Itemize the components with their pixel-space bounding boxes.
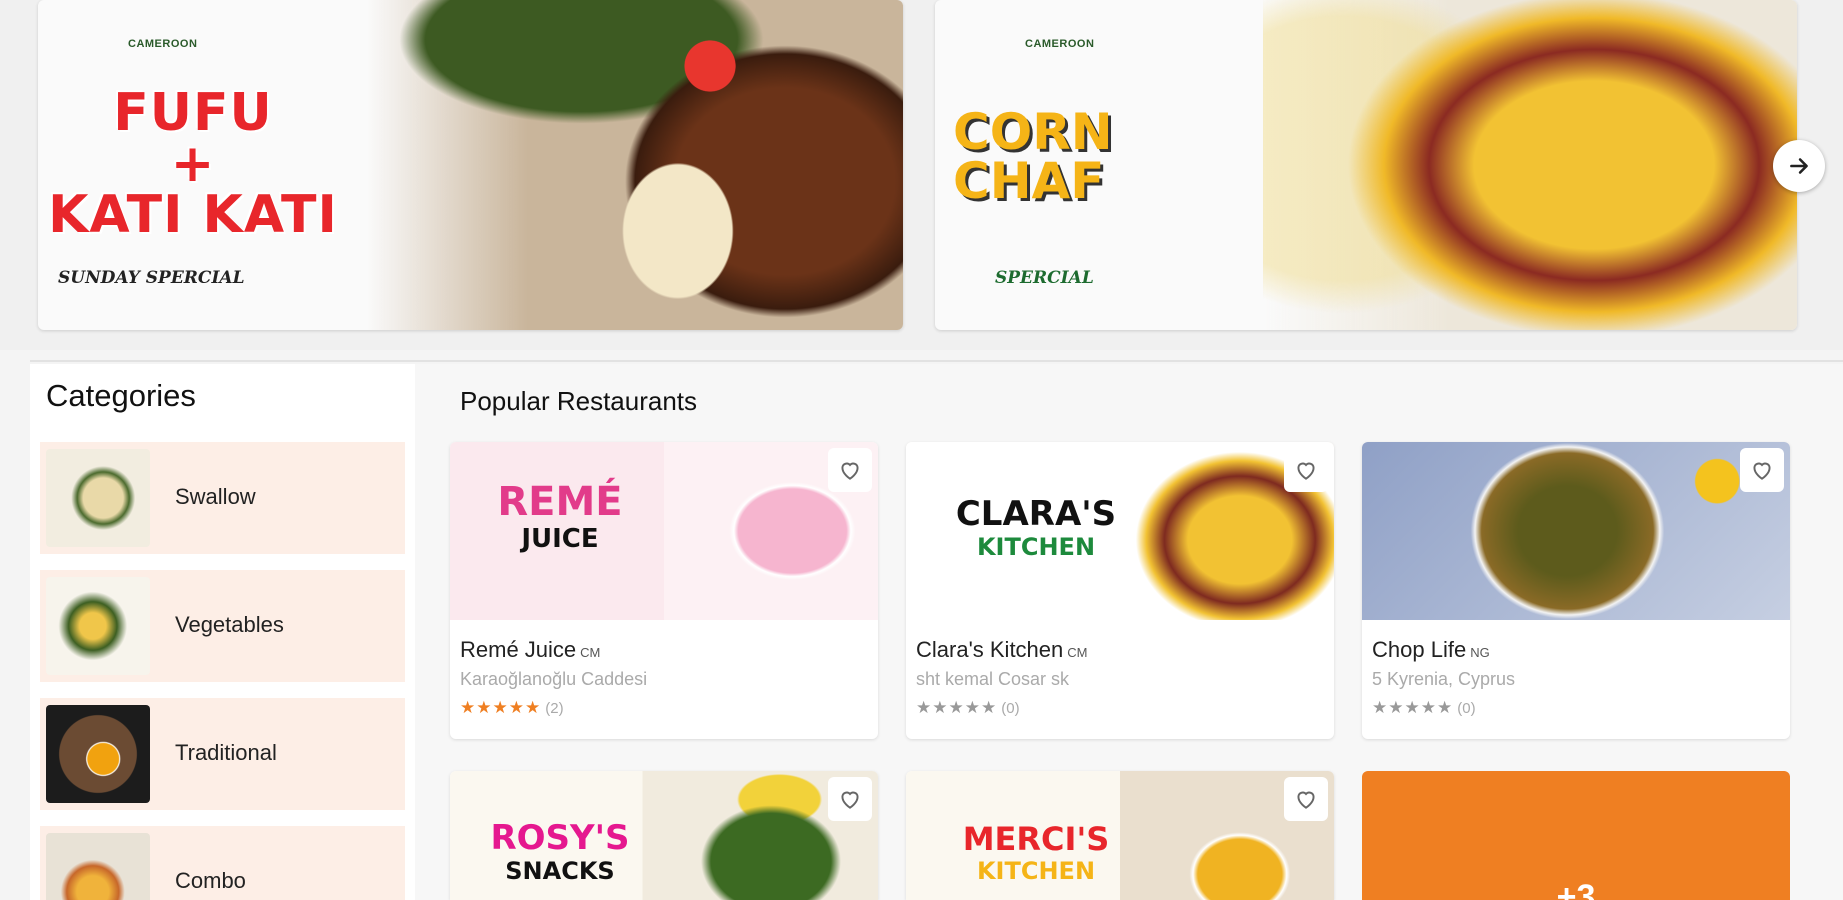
restaurant-logo: CLARA'S KITCHEN (955, 494, 1117, 561)
restaurant-image: CLARA'S KITCHEN (906, 442, 1334, 620)
heart-outline-icon (841, 462, 859, 480)
restaurant-rating: ★★★★★ (0) (916, 698, 1020, 718)
restaurant-image: MERCI'S KITCHEN (906, 771, 1334, 900)
restaurant-logo: ROSY'S SNACKS (490, 818, 630, 885)
star-rating: ★★★★★ (916, 698, 997, 717)
restaurant-address: Karaoğlanoğlu Caddesi (460, 669, 648, 689)
country-code: NG (1470, 645, 1490, 660)
category-thumbnail (46, 705, 150, 803)
heart-outline-icon (841, 791, 859, 809)
banner-photo (366, 0, 903, 330)
app-page: CAMEROON FUFU + KATI KATI SUNDAY SPERCIA… (0, 0, 1843, 900)
promo-banner-fufu[interactable]: CAMEROON FUFU + KATI KATI SUNDAY SPERCIA… (38, 0, 903, 330)
star-icon: ★ (460, 698, 477, 717)
restaurant-card-claras-kitchen[interactable]: CLARA'S KITCHEN Clara's Kitchen CM sht ke… (906, 442, 1334, 739)
banner-title: FUFU + KATI KATI (48, 83, 338, 245)
category-thumbnail (46, 577, 150, 675)
review-count: (0) (1457, 700, 1476, 717)
restaurant-name: Clara's Kitchen CM (916, 637, 1088, 662)
star-icon: ★ (964, 698, 981, 717)
star-icon: ★ (1388, 698, 1405, 717)
star-icon: ★ (1404, 698, 1421, 717)
restaurant-image: REMÉ JUICE (450, 442, 878, 620)
categories-panel: Categories Swallow Vegetables Traditiona… (30, 364, 415, 900)
star-icon: ★ (508, 698, 525, 717)
category-label: Traditional (175, 740, 277, 765)
restaurant-card-chop-life[interactable]: Chop Life NG 5 Kyrenia, Cyprus ★★★★★ (0) (1362, 442, 1790, 739)
popular-restaurants-title: Popular Restaurants (460, 386, 698, 416)
category-item-swallow[interactable]: Swallow (40, 442, 405, 554)
star-icon: ★ (492, 698, 509, 717)
star-icon: ★ (1372, 698, 1389, 717)
star-icon: ★ (932, 698, 949, 717)
restaurant-card-reme-juice[interactable]: REMÉ JUICE Remé Juice CM Karaoğlanoğlu Ca… (450, 442, 878, 739)
banner-photo (1262, 0, 1797, 330)
country-code: CM (580, 645, 601, 660)
restaurant-name: Remé Juice CM (460, 637, 601, 662)
restaurant-card-mercis-kitchen[interactable]: MERCI'S KITCHEN (906, 771, 1334, 900)
banner-brand: CAMEROON (1025, 38, 1095, 50)
restaurant-logo: REMÉ JUICE (497, 479, 623, 554)
more-restaurants-button[interactable]: +3 (1362, 771, 1790, 900)
restaurant-rating: ★★★★★ (0) (1372, 698, 1476, 718)
more-count: +3 (1556, 878, 1596, 900)
star-icon: ★ (1420, 698, 1437, 717)
heart-outline-icon (1753, 462, 1771, 480)
category-item-traditional[interactable]: Traditional (40, 698, 405, 810)
category-label: Swallow (175, 484, 256, 509)
banner-subtitle: SPERCIAL (995, 268, 1094, 288)
section-divider (30, 360, 1843, 362)
favorite-button[interactable] (828, 448, 872, 492)
star-icon: ★ (1437, 698, 1454, 717)
carousel-next-button[interactable] (1773, 140, 1825, 192)
category-label: Combo (175, 868, 246, 893)
star-rating: ★★★★★ (1372, 698, 1453, 717)
restaurant-name: Chop Life NG (1372, 637, 1490, 662)
category-item-vegetables[interactable]: Vegetables (40, 570, 405, 682)
chevron-right-icon (1790, 158, 1808, 174)
category-thumbnail (46, 449, 150, 547)
heart-outline-icon (1297, 791, 1315, 809)
review-count: (2) (545, 700, 564, 717)
promo-carousel: CAMEROON FUFU + KATI KATI SUNDAY SPERCIA… (0, 0, 1843, 350)
restaurant-rating: ★★★★★ (2) (460, 698, 564, 718)
favorite-button[interactable] (1284, 777, 1328, 821)
restaurant-card-rosys-snacks[interactable]: ROSY'S SNACKS (450, 771, 878, 900)
promo-banner-corn-chaf[interactable]: CAMEROON CORN CHAF SPERCIAL (935, 0, 1797, 330)
restaurant-address: 5 Kyrenia, Cyprus (1372, 669, 1516, 689)
country-code: CM (1067, 645, 1088, 660)
banner-brand: CAMEROON (128, 38, 198, 50)
star-icon: ★ (948, 698, 965, 717)
star-rating: ★★★★★ (460, 698, 541, 717)
restaurant-address: sht kemal Cosar sk (916, 669, 1070, 689)
restaurant-logo: MERCI'S KITCHEN (962, 820, 1110, 885)
favorite-button[interactable] (1740, 448, 1784, 492)
star-icon: ★ (981, 698, 998, 717)
banner-title: CORN CHAF (953, 103, 1113, 210)
restaurant-image: ROSY'S SNACKS (450, 771, 878, 900)
star-icon: ★ (476, 698, 493, 717)
star-icon: ★ (916, 698, 933, 717)
favorite-button[interactable] (1284, 448, 1328, 492)
category-item-combo[interactable]: Combo (40, 826, 405, 900)
favorite-button[interactable] (828, 777, 872, 821)
categories-title: Categories (46, 378, 196, 413)
banner-subtitle: SUNDAY SPERCIAL (58, 268, 245, 288)
category-thumbnail (46, 833, 150, 900)
review-count: (0) (1001, 700, 1020, 717)
category-label: Vegetables (175, 612, 284, 637)
restaurant-image (1362, 442, 1790, 620)
star-icon: ★ (525, 698, 542, 717)
heart-outline-icon (1297, 462, 1315, 480)
